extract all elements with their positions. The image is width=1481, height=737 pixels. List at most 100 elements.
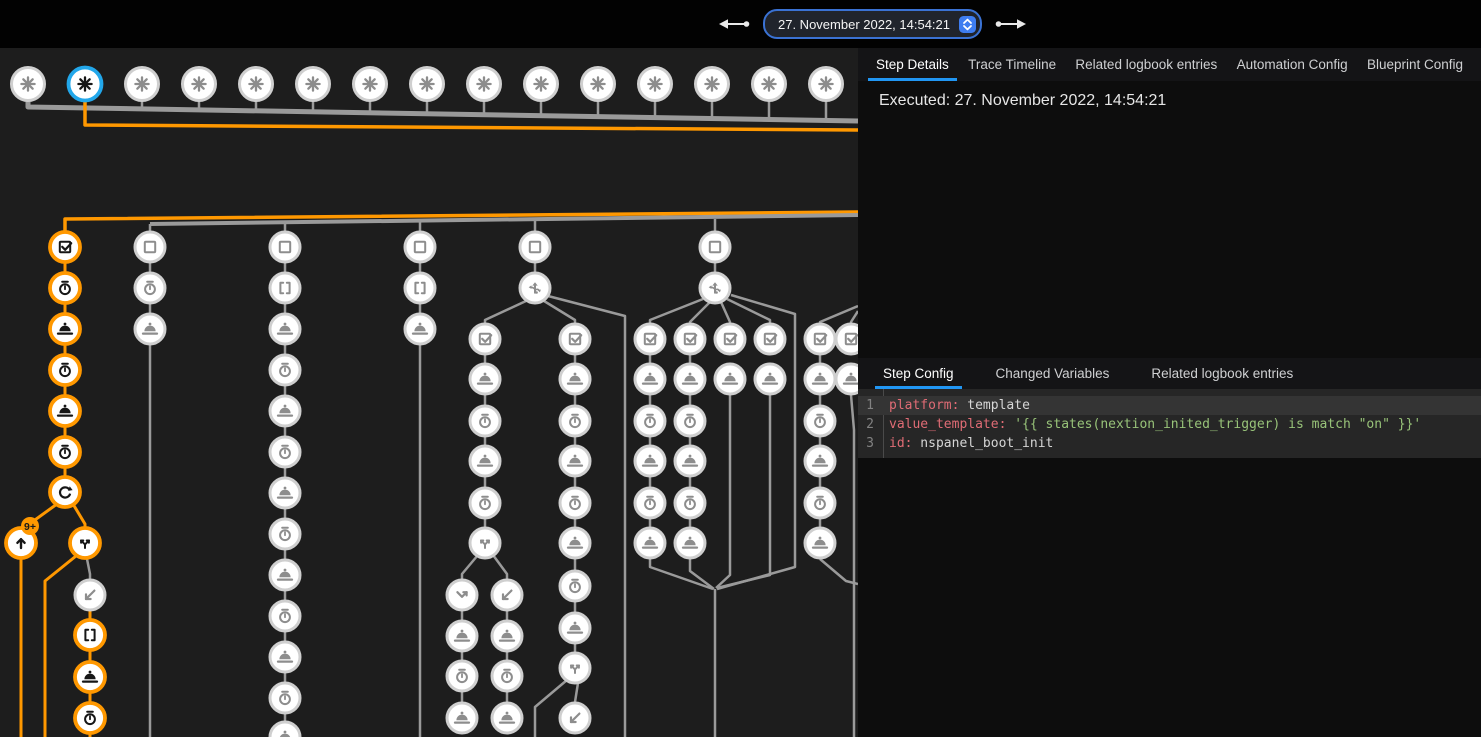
run-select[interactable]: 27. November 2022, 14:54:21 <box>763 9 982 39</box>
tab-step-config[interactable]: Step Config <box>879 358 958 389</box>
trace-node-service[interactable] <box>470 446 500 476</box>
trace-node-asterisk[interactable] <box>411 68 444 101</box>
trace-node-service[interactable] <box>805 446 835 476</box>
trace-node-timer[interactable] <box>270 355 300 385</box>
trace-node-checkbox[interactable] <box>50 232 80 262</box>
trace-node-service[interactable] <box>270 642 300 672</box>
trace-node-call-received[interactable] <box>75 580 105 610</box>
trace-node-service[interactable] <box>470 364 500 394</box>
tab-related-logbook-entries[interactable]: Related logbook entries <box>1147 358 1297 389</box>
trace-node-timer[interactable] <box>75 703 105 733</box>
trace-node-service[interactable] <box>635 446 665 476</box>
trace-node-asterisk[interactable] <box>126 68 159 101</box>
trace-node-asterisk[interactable] <box>468 68 501 101</box>
trace-node-asterisk[interactable] <box>696 68 729 101</box>
trace-node-timer[interactable] <box>635 488 665 518</box>
trace-node-service[interactable] <box>836 364 858 394</box>
trace-node-service[interactable] <box>492 621 522 651</box>
trace-node-timer[interactable] <box>805 488 835 518</box>
trace-node-asterisk[interactable] <box>810 68 843 101</box>
trace-node-decision[interactable] <box>520 273 550 303</box>
trace-node-asterisk[interactable] <box>12 68 45 101</box>
trace-node-service[interactable] <box>447 703 477 733</box>
trace-node-call-split[interactable] <box>470 528 500 558</box>
trace-node-brackets[interactable] <box>405 273 435 303</box>
trace-node-service[interactable] <box>560 364 590 394</box>
trace-node-service[interactable] <box>755 364 785 394</box>
trace-node-square[interactable] <box>700 232 730 262</box>
trace-node-service[interactable] <box>805 364 835 394</box>
trace-node-timer[interactable] <box>447 661 477 691</box>
trace-node-brackets[interactable] <box>270 273 300 303</box>
trace-node-checkbox[interactable] <box>805 324 835 354</box>
trace-node-call-missed[interactable] <box>447 580 477 610</box>
trace-node-call-split[interactable] <box>560 653 590 683</box>
trace-node-service[interactable] <box>447 621 477 651</box>
tab-changed-variables[interactable]: Changed Variables <box>992 358 1114 389</box>
trace-node-service[interactable] <box>270 478 300 508</box>
trace-graph-canvas[interactable]: 9+ <box>0 48 858 737</box>
trace-node-timer[interactable] <box>675 406 705 436</box>
trace-node-checkbox[interactable] <box>635 324 665 354</box>
trace-node-timer[interactable] <box>560 571 590 601</box>
trace-node-service[interactable] <box>50 314 80 344</box>
trace-node-checkbox[interactable] <box>755 324 785 354</box>
trace-node-service[interactable] <box>675 528 705 558</box>
trace-node-timer[interactable] <box>470 406 500 436</box>
trace-node-brackets[interactable] <box>75 620 105 650</box>
tab-trace-timeline[interactable]: Trace Timeline <box>964 48 1060 81</box>
trace-node-checkbox[interactable] <box>836 324 858 354</box>
trace-node-service[interactable] <box>675 364 705 394</box>
step-config-code-editor[interactable]: 1platform: template2value_template: '{{ … <box>858 389 1481 458</box>
trace-node-timer[interactable] <box>270 683 300 713</box>
trace-node-asterisk[interactable] <box>753 68 786 101</box>
trace-node-timer[interactable] <box>135 273 165 303</box>
trace-node-service[interactable] <box>405 314 435 344</box>
trace-node-call-received[interactable] <box>492 580 522 610</box>
trace-node-asterisk[interactable] <box>183 68 216 101</box>
trace-node-decision[interactable] <box>700 273 730 303</box>
trace-node-service[interactable] <box>270 722 300 737</box>
trace-node-asterisk[interactable] <box>525 68 558 101</box>
trace-node-service[interactable] <box>135 314 165 344</box>
trace-node-square[interactable] <box>135 232 165 262</box>
trace-node-service[interactable] <box>492 703 522 733</box>
trace-node-square[interactable] <box>405 232 435 262</box>
trace-node-timer[interactable] <box>270 437 300 467</box>
trace-node-checkbox[interactable] <box>675 324 705 354</box>
trace-node-timer[interactable] <box>470 488 500 518</box>
tab-related-logbook-entries[interactable]: Related logbook entries <box>1071 48 1221 81</box>
trace-node-call-received[interactable] <box>560 703 590 733</box>
trace-node-service[interactable] <box>715 364 745 394</box>
trace-node-timer[interactable] <box>270 601 300 631</box>
trace-node-repeat[interactable] <box>50 477 80 507</box>
trace-node-timer[interactable] <box>805 406 835 436</box>
trace-node-service[interactable] <box>560 528 590 558</box>
tab-blueprint-config[interactable]: Blueprint Config <box>1363 48 1467 81</box>
trace-node-service[interactable] <box>560 446 590 476</box>
next-run-arrow-icon[interactable] <box>995 17 1027 31</box>
trace-node-service[interactable] <box>560 613 590 643</box>
trace-node-timer[interactable] <box>560 488 590 518</box>
trace-node-service[interactable] <box>635 364 665 394</box>
trace-node-call-split[interactable] <box>70 528 100 558</box>
previous-run-arrow-icon[interactable] <box>718 17 750 31</box>
trace-node-square[interactable] <box>270 232 300 262</box>
trace-node-service[interactable] <box>75 662 105 692</box>
trace-node-square[interactable] <box>520 232 550 262</box>
trace-node-checkbox[interactable] <box>715 324 745 354</box>
trace-node-timer[interactable] <box>50 273 80 303</box>
trace-node-timer[interactable] <box>635 406 665 436</box>
trace-node-asterisk[interactable] <box>354 68 387 101</box>
trace-node-timer[interactable] <box>560 406 590 436</box>
trace-node-checkbox[interactable] <box>560 324 590 354</box>
trace-node-service[interactable] <box>635 528 665 558</box>
trace-node-timer[interactable] <box>270 519 300 549</box>
trace-node-asterisk[interactable] <box>240 68 273 101</box>
trace-node-timer[interactable] <box>492 661 522 691</box>
trace-node-service[interactable] <box>50 396 80 426</box>
trace-node-service[interactable] <box>675 446 705 476</box>
trace-node-service[interactable] <box>270 560 300 590</box>
trace-node-timer[interactable] <box>50 437 80 467</box>
trace-node-asterisk[interactable] <box>297 68 330 101</box>
